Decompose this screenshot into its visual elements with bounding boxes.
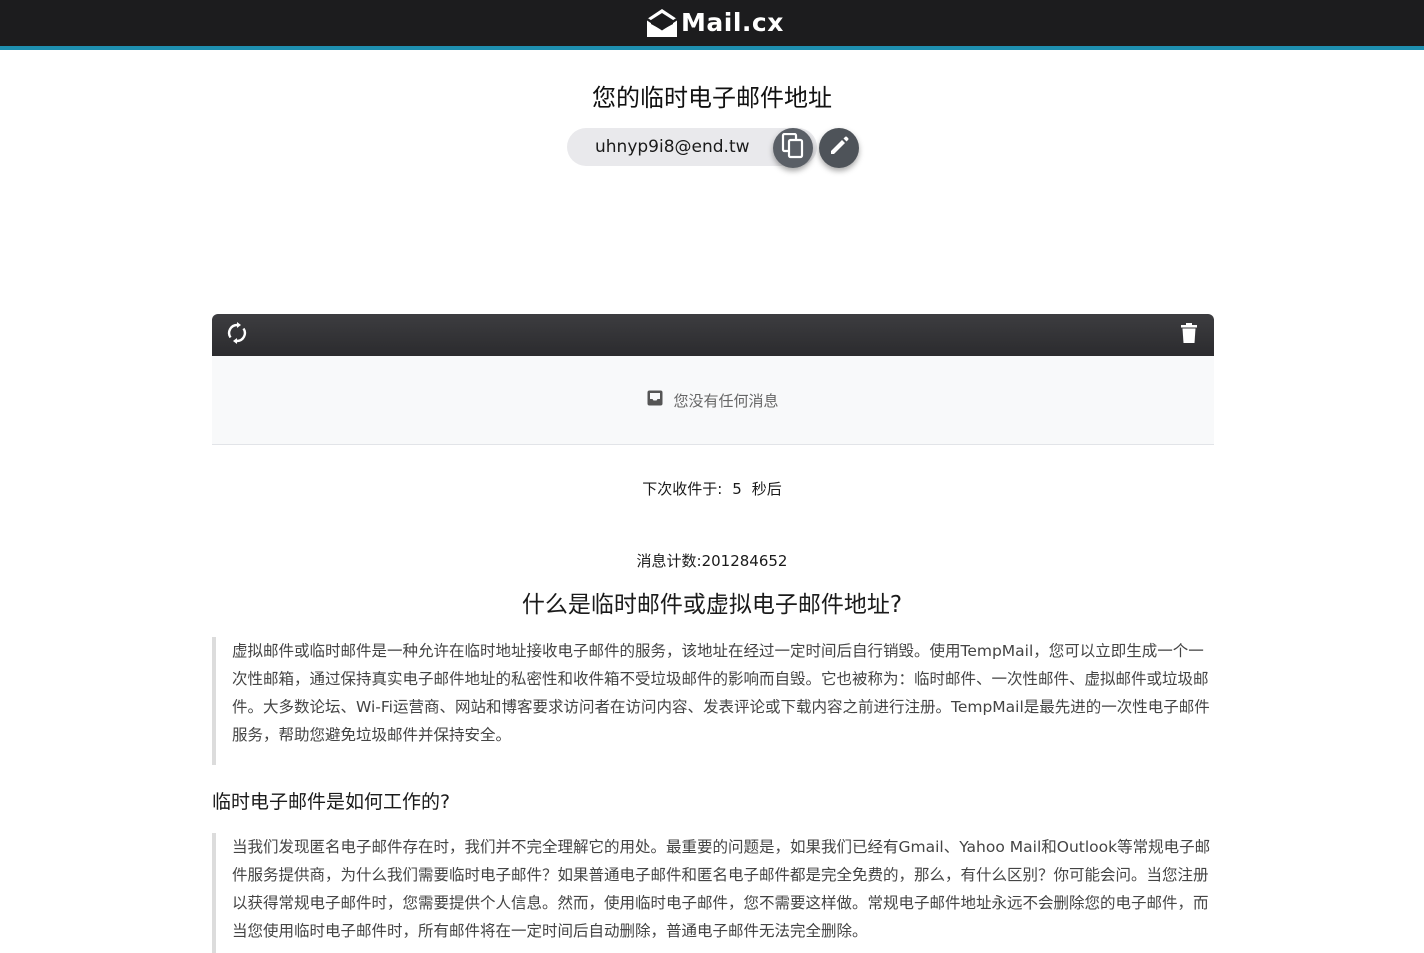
edit-button[interactable] <box>819 128 859 168</box>
article-title: 什么是临时邮件或虚拟电子邮件地址? <box>521 592 903 618</box>
top-bar: Mail.cx <box>0 0 1424 50</box>
logo[interactable]: Mail.cx <box>646 7 784 39</box>
next-fetch-countdown: 下次收件于: 5 秒后 <box>0 478 1424 500</box>
next-fetch-prefix: 下次收件于: <box>642 480 723 498</box>
next-fetch-seconds: 5 <box>732 480 742 498</box>
copy-icon <box>781 132 805 163</box>
inbox-list: 您没有任何消息 <box>212 356 1214 445</box>
next-fetch-suffix: 秒后 <box>751 480 782 498</box>
inbox-icon <box>647 390 673 410</box>
delete-button[interactable] <box>1177 323 1201 347</box>
article-paragraph-2: 当我们发现匿名电子邮件存在时，我们并不完全理解它的用处。最重要的问题是，如果我们… <box>212 833 1212 953</box>
inbox-toolbar <box>212 314 1214 356</box>
envelope-open-icon <box>646 8 678 38</box>
refresh-icon <box>227 322 247 348</box>
copy-button[interactable] <box>773 128 813 168</box>
pencil-icon <box>828 135 850 161</box>
empty-inbox-message: 您没有任何消息 <box>212 356 1214 444</box>
message-count: 消息计数:201284652 <box>636 552 788 570</box>
trash-icon <box>1181 323 1197 347</box>
inbox-panel: 您没有任何消息 <box>212 314 1214 445</box>
email-address-value[interactable]: uhnyp9i8@end.tw <box>595 128 750 166</box>
empty-inbox-text: 您没有任何消息 <box>673 391 779 410</box>
refresh-button[interactable] <box>225 322 249 348</box>
page-title: 您的临时电子邮件地址 <box>592 84 832 112</box>
article-paragraph-1: 虚拟邮件或临时邮件是一种允许在临时地址接收电子邮件的服务，该地址在经过一定时间后… <box>212 637 1212 765</box>
section-heading: 临时电子邮件是如何工作的? <box>212 791 451 813</box>
logo-text: Mail.cx <box>681 8 784 37</box>
